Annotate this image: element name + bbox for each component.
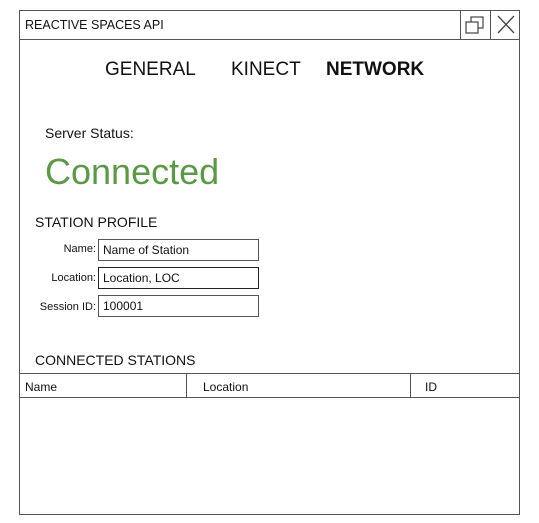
name-field-label: Name: <box>63 243 96 255</box>
close-button[interactable] <box>490 11 520 39</box>
column-header-name[interactable]: Name <box>25 374 57 397</box>
column-header-id[interactable]: ID <box>410 374 520 397</box>
server-status-value: Connected <box>45 151 220 192</box>
name-field[interactable] <box>98 239 259 261</box>
session-id-field[interactable] <box>98 295 259 317</box>
location-field-label: Location: <box>51 272 96 284</box>
column-header-location[interactable]: Location <box>186 374 410 397</box>
server-status-label: Server Status: <box>45 125 134 141</box>
title-bar[interactable]: REACTIVE SPACES API <box>20 11 519 40</box>
app-window: REACTIVE SPACES API GENERAL KINECT NETWO… <box>19 10 520 515</box>
tab-kinect[interactable]: KINECT <box>231 59 301 81</box>
close-icon <box>497 15 515 34</box>
tab-bar: GENERAL KINECT NETWORK <box>20 59 519 83</box>
tab-general[interactable]: GENERAL <box>105 59 196 81</box>
tab-network[interactable]: NETWORK <box>326 59 424 81</box>
session-id-field-label: Session ID: <box>39 301 96 313</box>
restore-icon <box>465 16 484 34</box>
station-profile-heading: STATION PROFILE <box>35 214 158 230</box>
window-title: REACTIVE SPACES API <box>25 18 164 32</box>
stations-table-body[interactable] <box>20 398 519 514</box>
location-field[interactable] <box>98 267 259 289</box>
stations-table-header: Name Location ID <box>20 373 519 398</box>
connected-stations-heading: CONNECTED STATIONS <box>35 352 196 368</box>
restore-button[interactable] <box>460 11 490 39</box>
